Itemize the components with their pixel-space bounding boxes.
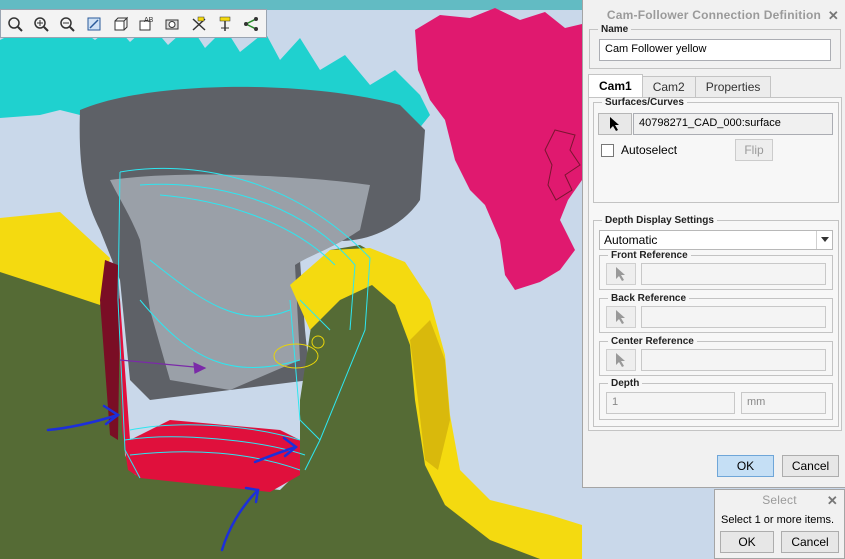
back-reference-select-button[interactable] — [606, 306, 636, 328]
name-input[interactable]: Cam Follower yellow — [599, 39, 831, 61]
autoselect-checkbox[interactable] — [601, 144, 614, 157]
cursor-arrow-icon — [616, 353, 625, 367]
datum-point-display-icon[interactable] — [240, 12, 263, 36]
zoom-in-icon[interactable] — [29, 12, 52, 36]
front-reference-select-button[interactable] — [606, 263, 636, 285]
annotation-display-icon[interactable]: AB — [134, 12, 157, 36]
autoselect-label: Autoselect — [621, 143, 678, 157]
tab-cam2[interactable]: Cam2 — [641, 76, 696, 97]
front-reference-label: Front Reference — [611, 250, 688, 261]
ok-button[interactable]: OK — [717, 455, 774, 477]
cam-follower-model[interactable] — [0, 0, 582, 559]
view-orient-icon[interactable] — [108, 12, 131, 36]
cancel-button[interactable]: Cancel — [782, 455, 839, 477]
select-cancel-button[interactable]: Cancel — [781, 531, 839, 553]
surface-collector[interactable]: 40798271_CAD_000:surface — [633, 113, 833, 135]
view-toolbar: AB — [0, 9, 267, 38]
zoom-fit-icon[interactable] — [3, 12, 26, 36]
cursor-arrow-icon — [610, 117, 619, 131]
surfaces-label: Surfaces/Curves — [605, 97, 684, 108]
select-message: Select 1 or more items. — [721, 514, 835, 526]
cam-follower-dialog: Cam-Follower Connection Definition ✕ Nam… — [582, 0, 845, 488]
center-reference-select-button[interactable] — [606, 349, 636, 371]
name-label: Name — [601, 24, 629, 35]
front-reference-collector[interactable] — [641, 263, 826, 285]
depth-display-value: Automatic — [604, 233, 658, 247]
depth-unit-select[interactable]: mm — [741, 392, 826, 414]
select-ok-button[interactable]: OK — [720, 531, 774, 553]
close-icon[interactable]: ✕ — [828, 8, 839, 24]
back-reference-label: Back Reference — [611, 293, 687, 304]
back-reference-collector[interactable] — [641, 306, 826, 328]
repaint-icon[interactable] — [82, 12, 105, 36]
depth-display-label: Depth Display Settings — [605, 215, 714, 226]
cursor-arrow-icon — [616, 310, 625, 324]
surface-select-button[interactable] — [598, 113, 632, 135]
saved-views-icon[interactable] — [161, 12, 184, 36]
zoom-out-icon[interactable] — [56, 12, 79, 36]
close-icon[interactable]: ✕ — [827, 493, 838, 509]
tab-properties[interactable]: Properties — [694, 76, 772, 97]
cursor-arrow-icon — [616, 267, 625, 281]
select-title: Select — [762, 493, 797, 507]
svg-text:AB: AB — [144, 17, 154, 24]
depth-display-select[interactable]: Automatic — [599, 230, 833, 250]
center-reference-collector[interactable] — [641, 349, 826, 371]
datum-plane-display-icon[interactable] — [187, 12, 210, 36]
flip-button[interactable]: Flip — [735, 139, 773, 161]
tab-cam1[interactable]: Cam1 — [588, 74, 643, 97]
graphics-viewport[interactable]: AB — [0, 0, 582, 559]
datum-axis-display-icon[interactable] — [213, 12, 236, 36]
select-title-bar[interactable]: Select ✕ — [715, 490, 844, 510]
dialog-title: Cam-Follower Connection Definition — [606, 8, 822, 22]
tab-bar: Cam1 Cam2 Properties — [588, 74, 772, 98]
select-dialog: Select ✕ Select 1 or more items. OK Canc… — [714, 489, 845, 559]
center-reference-label: Center Reference — [611, 336, 694, 347]
chevron-down-icon[interactable] — [816, 231, 832, 249]
depth-input[interactable]: 1 — [606, 392, 735, 414]
depth-label: Depth — [611, 378, 640, 389]
